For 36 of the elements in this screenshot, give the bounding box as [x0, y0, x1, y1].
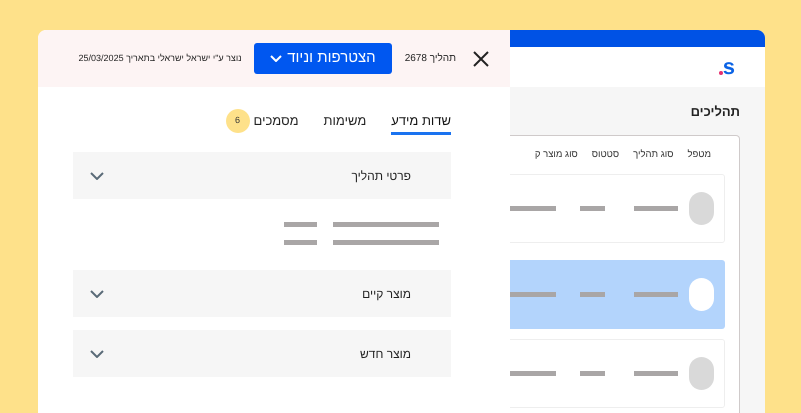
page-title: תהליכים: [690, 103, 740, 121]
placeholder-bar: [580, 371, 605, 376]
tab[interactable]: משימות: [324, 109, 366, 135]
chevron-down-icon: [270, 55, 282, 62]
placeholder-bar: [510, 292, 556, 297]
column-header: סטטוס: [592, 148, 620, 162]
accordion-header[interactable]: פרטי תהליך: [73, 152, 451, 199]
chevron-down-icon: [90, 290, 104, 298]
placeholder-bar: [580, 292, 605, 297]
placeholder-bar: [510, 206, 556, 211]
avatar: [688, 192, 714, 225]
placeholder-bar: [634, 371, 678, 376]
avatar: [688, 278, 714, 311]
chevron-down-icon: [90, 172, 104, 180]
placeholder-bar: [284, 240, 317, 245]
close-button[interactable]: [472, 50, 490, 68]
chevron-down-icon: [90, 350, 104, 358]
placeholder-bar: [634, 292, 678, 297]
tab[interactable]: שדות מידע: [391, 109, 451, 135]
accordion-header[interactable]: מוצר קיים: [73, 270, 451, 317]
placeholder-bar: [510, 371, 556, 376]
placeholder-bar: [634, 206, 678, 211]
column-header: סוג תהליך: [633, 148, 674, 162]
avatar: [688, 357, 714, 390]
table-row[interactable]: [510, 260, 725, 329]
process-number: תהליך 2678: [404, 52, 456, 66]
count-badge: 6: [226, 108, 250, 132]
accordion-header[interactable]: מוצר חדש: [73, 330, 451, 377]
placeholder-bar: [284, 222, 317, 227]
logo: s: [722, 56, 735, 78]
close-icon: [473, 50, 489, 66]
column-header: סוג מוצר ק: [534, 148, 578, 162]
process-type-dropdown[interactable]: הצטרפות וניוד: [254, 43, 392, 74]
column-header: מטפל: [687, 148, 711, 162]
placeholder-bar: [580, 206, 605, 211]
created-info: נוצר ע"י ישראל ישראלי בתאריך 25/03/2025: [78, 52, 242, 65]
